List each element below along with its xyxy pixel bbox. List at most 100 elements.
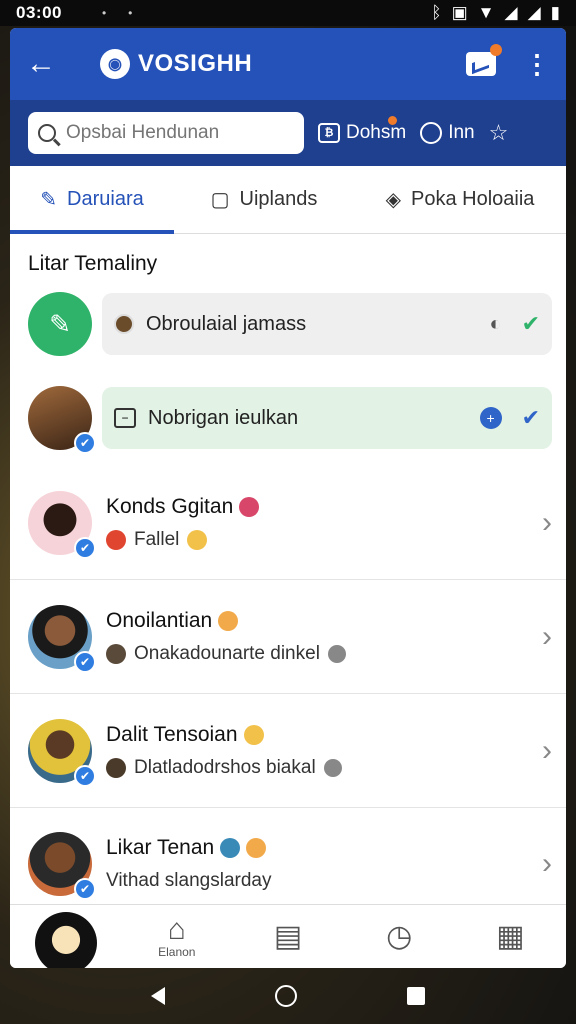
contact-subtitle: Dlatladodrshos biakal: [106, 757, 542, 779]
nav-notes[interactable]: ▤: [232, 919, 343, 953]
avatar: ✔: [28, 604, 96, 673]
header-button-label: Inn: [448, 122, 475, 143]
app-bar: ← ◉ VOSIGHH ⋮: [10, 28, 566, 100]
nav-calendar[interactable]: ▦: [455, 919, 566, 953]
pill-item[interactable]: − Nobrigan ieulkan + ✔: [102, 387, 552, 449]
avatar: ✔: [28, 718, 96, 787]
nav-home[interactable]: ⌂ Elanon: [121, 912, 232, 959]
back-nav-icon[interactable]: [151, 987, 165, 1005]
search-input[interactable]: [66, 122, 286, 144]
tab-label: Daruiara: [67, 188, 144, 210]
sim-icon: ▣: [451, 3, 468, 22]
header-button-user[interactable]: Inn: [420, 122, 475, 144]
tab-label: Uiplands: [239, 188, 318, 210]
avatar: ✔: [28, 490, 96, 559]
section-title: Litar Temaliny: [28, 252, 158, 275]
status-time: 03:00: [16, 3, 62, 22]
emoji-icon: [187, 529, 208, 550]
tab-bar: ✎ Daruiara ▢ Uiplands ◈ Poka Holoaiia: [10, 166, 566, 234]
verified-check-icon: ✔: [74, 764, 96, 787]
emoji-icon: [243, 724, 264, 745]
app-title: VOSIGHH: [138, 50, 253, 77]
verified-check-icon: ✔: [74, 650, 96, 673]
status-icon: [106, 529, 126, 550]
calendar-icon: ▦: [496, 919, 525, 953]
chevron-right-icon[interactable]: ›: [542, 847, 552, 881]
emoji-icon: [239, 496, 260, 517]
search-bar-row: ₿ Dohsm Inn ☆: [10, 100, 566, 166]
nav-profile[interactable]: [10, 900, 121, 968]
contact-list: ✎ Obroulaial jamass ◐ ✔ ✔ − Nobrigan ieu…: [10, 288, 566, 920]
pill-label: Nobrigan ieulkan: [148, 406, 299, 429]
contact-name: Likar Tenan: [106, 836, 542, 860]
home-nav-icon[interactable]: [275, 985, 297, 1007]
check-circle-icon: ◷: [386, 919, 413, 953]
avatar: ✔: [28, 386, 96, 454]
signal-icon: ◢: [504, 3, 518, 22]
notification-dots: ••: [101, 6, 155, 20]
square-icon: ▢: [210, 189, 230, 211]
pencil-icon: ✎: [40, 189, 58, 211]
contact-subtitle-text: Fallel: [134, 528, 180, 550]
contact-info: Konds Ggitan Fallel: [106, 495, 542, 551]
mail-icon[interactable]: [466, 44, 502, 76]
header-button-star[interactable]: ☆: [489, 120, 509, 146]
nav-home-label: Elanon: [158, 944, 196, 959]
chevron-right-icon[interactable]: ›: [542, 734, 552, 768]
tab-label: Poka Holoaiia: [410, 188, 535, 210]
verified-check-icon: ✔: [74, 878, 96, 900]
edit-action-icon[interactable]: ✎: [28, 292, 92, 356]
wifi-icon: ▼: [477, 3, 495, 22]
header-button-document[interactable]: ₿ Dohsm: [318, 116, 406, 144]
search-box[interactable]: [28, 112, 304, 154]
chevron-right-icon[interactable]: ›: [542, 506, 552, 540]
list-icon: −: [114, 408, 136, 428]
contact-subtitle: Onakadounarte dinkel: [106, 643, 542, 665]
pill-label: Obroulaial jamass: [146, 312, 307, 335]
avatar: [114, 314, 134, 334]
tab-poka-holoaiia[interactable]: ◈ Poka Holoaiia: [354, 166, 566, 233]
bottom-nav: ⌂ Elanon ▤ ◷ ▦: [10, 904, 566, 968]
notification-dot: [388, 116, 397, 125]
emoji-icon: [246, 838, 267, 859]
app-window: ← ◉ VOSIGHH ⋮ ₿ Dohsm Inn ☆ ✎ Daruiara: [10, 28, 566, 968]
info-icon: [327, 644, 346, 663]
battery-icon: ▮: [550, 3, 560, 22]
tab-uiplands[interactable]: ▢ Uiplands: [174, 166, 354, 233]
signal-icon-2: ◢: [527, 3, 541, 22]
nav-tasks[interactable]: ◷: [344, 919, 455, 953]
pill-item[interactable]: Obroulaial jamass ◐ ✔: [102, 293, 552, 355]
more-options-icon[interactable]: ⋮: [524, 49, 550, 80]
back-arrow-icon[interactable]: ←: [26, 47, 62, 81]
contact-subtitle-text: Dlatladodrshos biakal: [134, 756, 316, 778]
list-item[interactable]: ✔ − Nobrigan ieulkan + ✔: [10, 370, 566, 466]
recents-nav-icon[interactable]: [407, 987, 425, 1005]
user-icon: [420, 122, 443, 144]
contact-name: Dalit Tensoian: [106, 723, 542, 747]
list-item[interactable]: ✔ Dalit Tensoian Dlatladodrshos biakal ›: [10, 694, 566, 808]
contact-info: Dalit Tensoian Dlatladodrshos biakal: [106, 723, 542, 779]
avatar: ✔: [28, 832, 96, 900]
list-item[interactable]: ✎ Obroulaial jamass ◐ ✔: [10, 288, 566, 360]
bluetooth-icon: ᛒ: [431, 3, 442, 22]
check-icon[interactable]: ✔: [522, 405, 540, 431]
chevron-right-icon[interactable]: ›: [542, 620, 552, 654]
contact-subtitle: Vithad slangslarday: [106, 870, 542, 892]
avatar: [34, 911, 97, 968]
verified-check-icon: ✔: [74, 536, 96, 559]
avatar: [106, 643, 126, 664]
contact-name-text: Konds Ggitan: [106, 494, 234, 518]
list-item[interactable]: ✔ Konds Ggitan Fallel ›: [10, 466, 566, 580]
tab-daruiara[interactable]: ✎ Daruiara: [10, 166, 174, 234]
home-icon: ⌂: [167, 912, 186, 946]
add-icon[interactable]: +: [479, 407, 502, 429]
emoji-icon: [218, 610, 239, 631]
contact-name-text: Onoilantian: [106, 608, 213, 632]
notes-icon: ▤: [273, 919, 303, 953]
contact-info: Onoilantian Onakadounarte dinkel: [106, 609, 542, 665]
list-item[interactable]: ✔ Onoilantian Onakadounarte dinkel ›: [10, 580, 566, 694]
check-icon[interactable]: ✔: [522, 311, 540, 337]
app-logo-icon: ◉: [100, 49, 130, 79]
play-icon[interactable]: ◐: [489, 313, 501, 336]
system-nav-bar: [0, 968, 576, 1024]
